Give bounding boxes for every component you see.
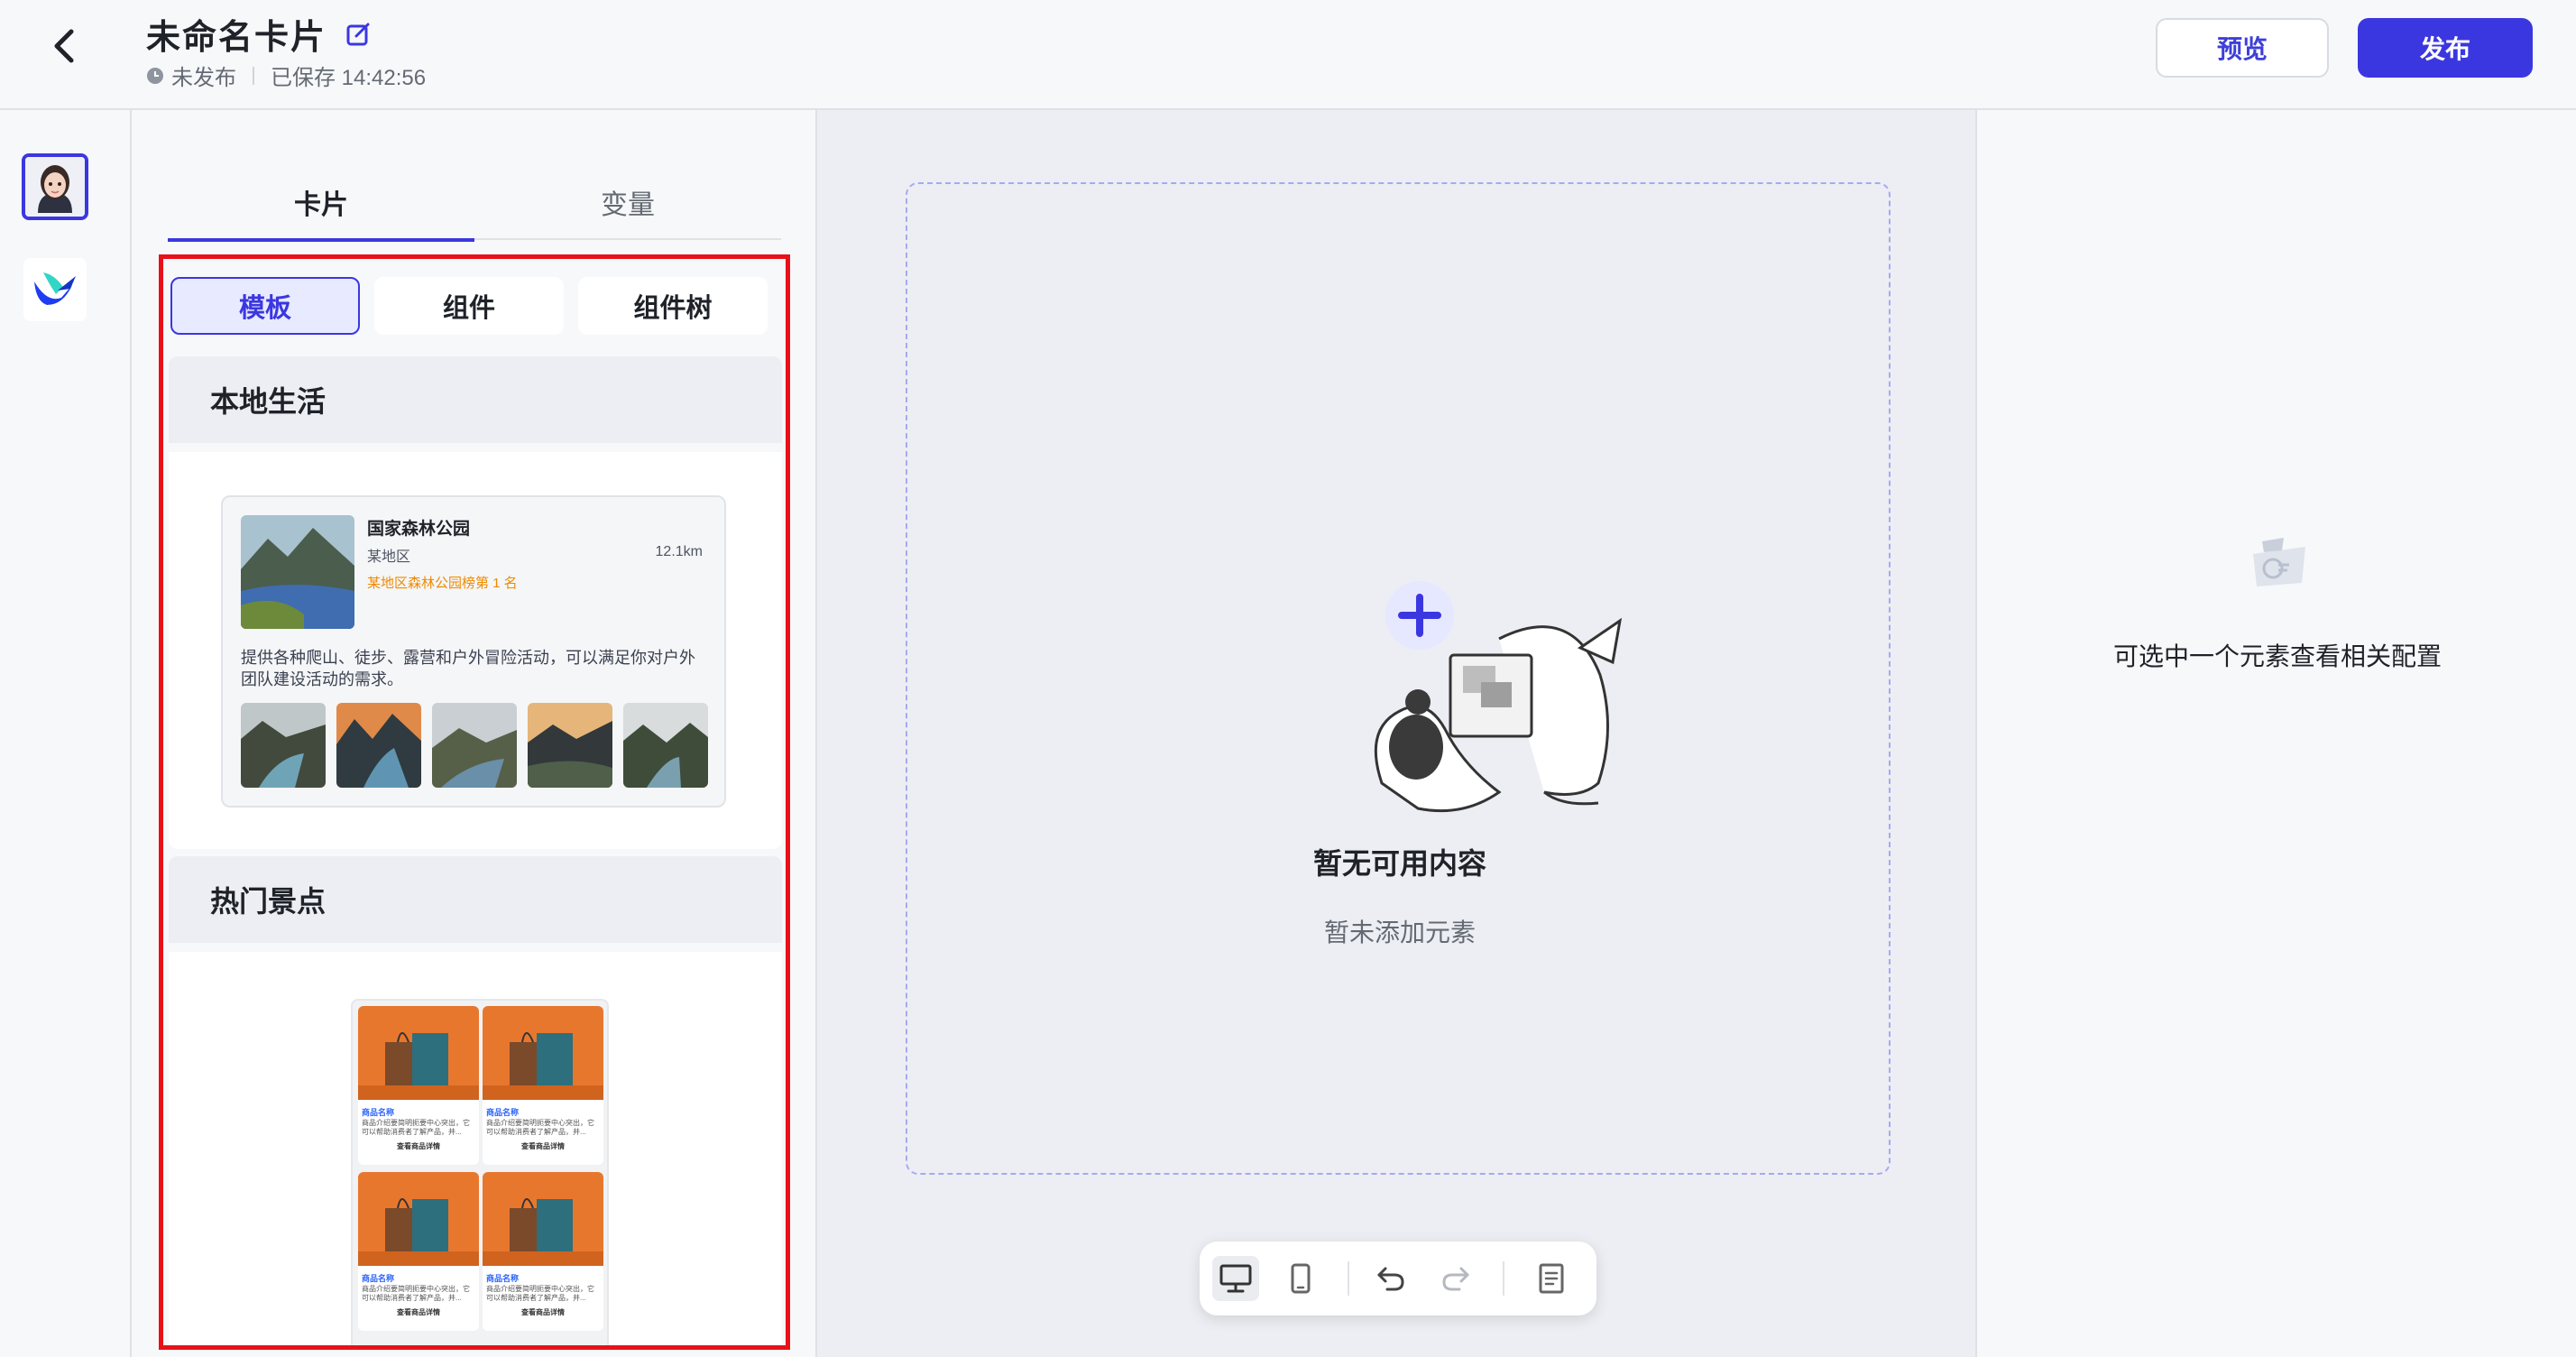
product-detail-button: 查看商品详情 xyxy=(521,1142,565,1150)
product-name: 商品名称 xyxy=(486,1108,520,1117)
segment-components[interactable]: 组件 xyxy=(374,277,564,335)
edit-icon[interactable] xyxy=(345,20,373,49)
thumbnail-image xyxy=(336,703,421,788)
toolbar-divider xyxy=(1348,1261,1349,1296)
editor-canvas: 暂无可用内容 暂未添加元素 xyxy=(819,110,1975,1357)
undo-icon xyxy=(1377,1267,1404,1291)
section-title-hot-spots: 热门景点 xyxy=(169,856,782,943)
tab-card[interactable]: 卡片 xyxy=(168,164,474,242)
product-detail-button: 查看商品详情 xyxy=(521,1308,565,1316)
section-body-hot-spots: 商品名称 商品介绍要简明扼要中心突出，它可以帮助消费者了解产品，并... 查看商… xyxy=(169,952,782,1345)
empty-state-illustration xyxy=(1374,581,1623,813)
product-name: 商品名称 xyxy=(362,1274,395,1283)
section-title-local-life: 本地生活 xyxy=(169,356,782,443)
redo-button[interactable] xyxy=(1432,1256,1479,1301)
properties-panel: 可选中一个元素查看相关配置 xyxy=(1975,110,2576,1357)
template-title: 国家森林公园 xyxy=(367,520,471,539)
segment-templates[interactable]: 模板 xyxy=(170,277,360,335)
product-image xyxy=(358,1006,479,1100)
divider xyxy=(253,66,254,85)
bird-logo-icon xyxy=(34,272,76,305)
canvas-toolbar xyxy=(1200,1242,1596,1315)
chevron-left-icon xyxy=(54,29,74,63)
app-logo[interactable] xyxy=(23,258,87,321)
title-row: 未命名卡片 xyxy=(146,9,373,59)
clock-icon xyxy=(147,67,163,84)
json-view-button[interactable] xyxy=(1528,1256,1575,1301)
product-card: 商品名称 商品介绍要简明扼要中心突出，它可以帮助消费者了解产品，并... 查看商… xyxy=(358,1006,479,1165)
panel-tabs: 卡片 变量 xyxy=(168,164,781,242)
product-card: 商品名称 商品介绍要简明扼要中心突出，它可以帮助消费者了解产品，并... 查看商… xyxy=(358,1172,479,1331)
landscape-image xyxy=(241,515,354,629)
undo-button[interactable] xyxy=(1367,1256,1414,1301)
redo-icon xyxy=(1442,1267,1469,1291)
publish-status: 未发布 xyxy=(171,66,236,90)
toolbar-divider xyxy=(1503,1261,1504,1296)
back-button[interactable] xyxy=(43,23,83,69)
empty-state-subtitle: 暂未添加元素 xyxy=(1323,919,1476,946)
product-card: 商品名称 商品介绍要简明扼要中心突出，它可以帮助消费者了解产品，并... 查看商… xyxy=(483,1006,603,1165)
avatar-icon xyxy=(25,157,85,217)
product-description: 商品介绍要简明扼要中心突出，它可以帮助消费者了解产品，并... xyxy=(362,1119,470,1136)
document-icon xyxy=(1539,1263,1564,1294)
product-description: 商品介绍要简明扼要中心突出，它可以帮助消费者了解产品，并... xyxy=(486,1119,594,1136)
template-description: 提供各种爬山、徒步、露营和户外冒险活动，可以满足你对户外团队建设活动的需求。 xyxy=(241,649,695,688)
thumbnail-row xyxy=(241,703,708,788)
product-image xyxy=(483,1006,603,1100)
properties-hint: 可选中一个元素查看相关配置 xyxy=(2112,642,2442,670)
product-card: 商品名称 商品介绍要简明扼要中心突出，它可以帮助消费者了解产品，并... 查看商… xyxy=(483,1172,603,1331)
thumbnail-image xyxy=(528,703,612,788)
preview-button[interactable]: 预览 xyxy=(2156,18,2329,78)
left-rail xyxy=(0,110,132,1357)
desktop-view-button[interactable] xyxy=(1212,1256,1259,1301)
avatar[interactable] xyxy=(22,153,88,220)
product-image xyxy=(483,1172,603,1266)
product-image xyxy=(358,1172,479,1266)
product-name: 商品名称 xyxy=(486,1274,520,1283)
thumbnail-image xyxy=(432,703,517,788)
mobile-icon xyxy=(1291,1263,1311,1294)
empty-config-icon xyxy=(2253,538,2305,586)
section-body-local-life: 国家森林公园 某地区 12.1km 某地区森林公园榜第 1 名 提供各种爬山、徒… xyxy=(169,452,782,849)
template-list-highlight: 模板 组件 组件树 本地生活 国家森林公园 某地区 12.1km 某地区森林公园… xyxy=(159,254,790,1350)
card-drop-zone[interactable]: 暂无可用内容 暂未添加元素 xyxy=(906,182,1891,1175)
product-description: 商品介绍要简明扼要中心突出，它可以帮助消费者了解产品，并... xyxy=(362,1285,470,1302)
top-header: 未命名卡片 未发布 已保存 14:42:56 预览 发布 xyxy=(0,0,2576,110)
saved-time: 已保存 14:42:56 xyxy=(271,66,427,90)
mobile-view-button[interactable] xyxy=(1277,1256,1324,1301)
product-detail-button: 查看商品详情 xyxy=(397,1142,440,1150)
product-description: 商品介绍要简明扼要中心突出，它可以帮助消费者了解产品，并... xyxy=(486,1285,594,1302)
save-status: 未发布 已保存 14:42:56 xyxy=(146,60,426,91)
product-name: 商品名称 xyxy=(362,1108,395,1117)
thumbnail-image xyxy=(623,703,708,788)
desktop-icon xyxy=(1219,1264,1252,1293)
template-distance: 12.1km xyxy=(655,544,703,559)
template-hot-spots[interactable]: 商品名称 商品介绍要简明扼要中心突出，它可以帮助消费者了解产品，并... 查看商… xyxy=(351,999,609,1345)
product-detail-button: 查看商品详情 xyxy=(397,1308,440,1316)
template-rank: 某地区森林公园榜第 1 名 xyxy=(367,576,518,591)
page-title: 未命名卡片 xyxy=(146,19,327,57)
publish-button[interactable]: 发布 xyxy=(2358,18,2533,78)
empty-state-title: 暂无可用内容 xyxy=(1312,847,1486,880)
template-local-life[interactable]: 国家森林公园 某地区 12.1km 某地区森林公园榜第 1 名 提供各种爬山、徒… xyxy=(221,495,726,808)
thumbnail-image xyxy=(241,703,326,788)
tab-variables[interactable]: 变量 xyxy=(474,164,781,240)
template-region: 某地区 xyxy=(367,549,411,565)
segment-component-tree[interactable]: 组件树 xyxy=(578,277,768,335)
component-panel: 卡片 变量 模板 组件 组件树 本地生活 国家森林公园 某地区 12.1km 某… xyxy=(132,110,817,1357)
